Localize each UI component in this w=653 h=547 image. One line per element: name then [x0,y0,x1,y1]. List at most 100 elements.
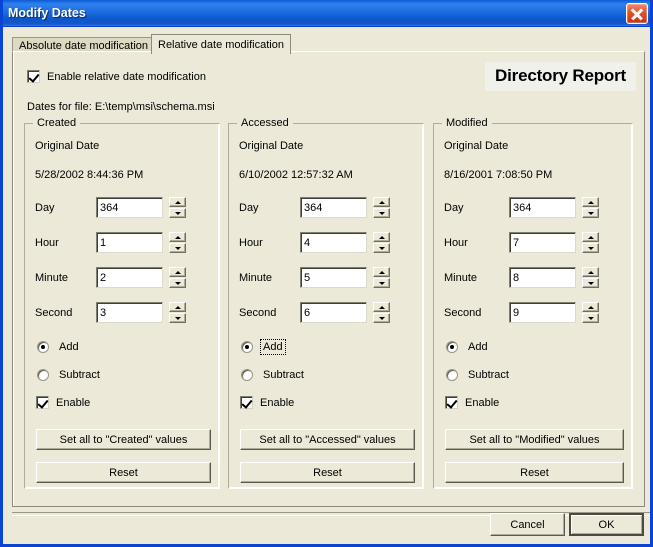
spinner-down-arrow-icon[interactable] [169,313,186,323]
modified-hour-input[interactable] [509,232,576,253]
created-subtract-radio[interactable] [37,369,49,381]
modified-hour-spinner[interactable] [582,232,599,253]
window-title: Modify Dates [8,6,86,20]
modified-original-date-label: Original Date [444,140,508,152]
enable-relative-date-modification-row[interactable]: Enable relative date modification [27,70,206,83]
accessed-enable-row[interactable]: Enable [240,396,294,409]
spinner-up-arrow-icon[interactable] [582,267,599,277]
modified-add-label: Add [466,340,490,354]
group-modified: Modified Original Date 8/16/2001 7:08:50… [433,123,633,489]
created-minute-spinner[interactable] [169,267,186,288]
created-reset-button[interactable]: Reset [36,462,211,483]
modified-day-input[interactable] [509,197,576,218]
accessed-second-input[interactable] [300,302,367,323]
created-hour-label: Hour [35,237,59,249]
created-hour-spinner[interactable] [169,232,186,253]
modified-enable-checkbox[interactable] [445,396,458,409]
group-accessed: Accessed Original Date 6/10/2002 12:57:3… [228,123,424,489]
modified-enable-row[interactable]: Enable [445,396,499,409]
close-icon[interactable] [626,3,648,24]
tab-relative-date-modification[interactable]: Relative date modification [151,34,291,54]
spinner-up-arrow-icon[interactable] [169,302,186,312]
accessed-subtract-radio[interactable] [241,369,253,381]
created-day-input[interactable] [96,197,163,218]
created-add-row[interactable]: Add [37,340,81,354]
set-all-to-modified-values-button[interactable]: Set all to "Modified" values [445,429,624,450]
modified-add-row[interactable]: Add [446,340,490,354]
created-enable-row[interactable]: Enable [36,396,90,409]
group-modified-title: Modified [442,117,492,129]
modified-subtract-row[interactable]: Subtract [446,368,511,382]
spinner-down-arrow-icon[interactable] [582,208,599,218]
created-second-input[interactable] [96,302,163,323]
created-add-label: Add [57,340,81,354]
spinner-down-arrow-icon[interactable] [373,243,390,253]
modified-minute-input[interactable] [509,267,576,288]
spinner-down-arrow-icon[interactable] [169,208,186,218]
spinner-down-arrow-icon[interactable] [582,278,599,288]
title-bar: Modify Dates [0,0,653,27]
modified-second-spinner[interactable] [582,302,599,323]
spinner-up-arrow-icon[interactable] [373,302,390,312]
created-day-spinner[interactable] [169,197,186,218]
accessed-day-spinner[interactable] [373,197,390,218]
spinner-down-arrow-icon[interactable] [373,278,390,288]
spinner-down-arrow-icon[interactable] [582,243,599,253]
accessed-reset-button[interactable]: Reset [240,462,415,483]
modified-day-spinner[interactable] [582,197,599,218]
spinner-down-arrow-icon[interactable] [169,278,186,288]
accessed-second-spinner[interactable] [373,302,390,323]
accessed-minute-label: Minute [239,272,272,284]
accessed-add-row[interactable]: Add [241,340,285,354]
modified-subtract-label: Subtract [466,368,511,382]
accessed-minute-spinner[interactable] [373,267,390,288]
modified-enable-label: Enable [465,397,499,409]
spinner-up-arrow-icon[interactable] [169,232,186,242]
spinner-up-arrow-icon[interactable] [582,302,599,312]
spinner-up-arrow-icon[interactable] [373,197,390,207]
spinner-down-arrow-icon[interactable] [373,313,390,323]
modified-reset-button[interactable]: Reset [445,462,624,483]
ok-button[interactable]: OK [569,513,644,536]
modified-original-date-value: 8/16/2001 7:08:50 PM [444,169,552,181]
spinner-down-arrow-icon[interactable] [373,208,390,218]
enable-relative-date-modification-checkbox[interactable] [27,70,40,83]
group-created: Created Original Date 5/28/2002 8:44:36 … [24,123,220,489]
modified-subtract-radio[interactable] [446,369,458,381]
spinner-up-arrow-icon[interactable] [169,267,186,277]
group-created-title: Created [33,117,80,129]
accessed-subtract-label: Subtract [261,368,306,382]
created-minute-input[interactable] [96,267,163,288]
accessed-enable-checkbox[interactable] [240,396,253,409]
created-second-spinner[interactable] [169,302,186,323]
accessed-hour-spinner[interactable] [373,232,390,253]
modified-minute-spinner[interactable] [582,267,599,288]
spinner-up-arrow-icon[interactable] [169,197,186,207]
modified-add-radio[interactable] [446,341,458,353]
created-hour-row: Hour [25,232,219,254]
spinner-up-arrow-icon[interactable] [373,267,390,277]
spinner-up-arrow-icon[interactable] [373,232,390,242]
modified-hour-label: Hour [444,237,468,249]
accessed-subtract-row[interactable]: Subtract [241,368,306,382]
spinner-up-arrow-icon[interactable] [582,197,599,207]
cancel-button[interactable]: Cancel [490,513,565,536]
set-all-to-created-values-button[interactable]: Set all to "Created" values [36,429,211,450]
accessed-hour-label: Hour [239,237,263,249]
set-all-to-accessed-values-button[interactable]: Set all to "Accessed" values [240,429,415,450]
accessed-hour-input[interactable] [300,232,367,253]
accessed-add-radio[interactable] [241,341,253,353]
created-enable-checkbox[interactable] [36,396,49,409]
created-add-radio[interactable] [37,341,49,353]
accessed-day-input[interactable] [300,197,367,218]
spinner-down-arrow-icon[interactable] [169,243,186,253]
accessed-day-label: Day [239,202,259,214]
spinner-up-arrow-icon[interactable] [582,232,599,242]
accessed-minute-input[interactable] [300,267,367,288]
created-hour-input[interactable] [96,232,163,253]
enable-relative-date-modification-label: Enable relative date modification [47,71,206,83]
spinner-down-arrow-icon[interactable] [582,313,599,323]
group-accessed-title: Accessed [237,117,293,129]
created-subtract-row[interactable]: Subtract [37,368,102,382]
modified-second-input[interactable] [509,302,576,323]
